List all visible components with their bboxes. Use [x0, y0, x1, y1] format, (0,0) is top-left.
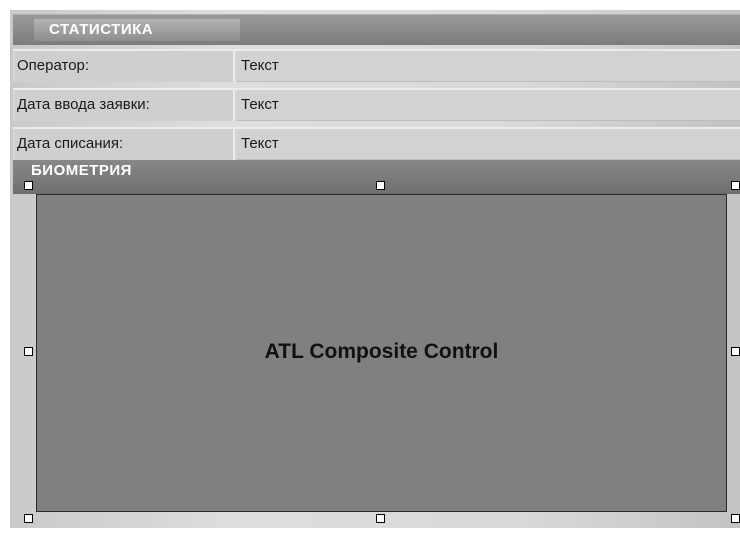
resize-handle-left[interactable]: [24, 347, 33, 356]
request-date-label: Дата ввода заявки:: [15, 90, 235, 121]
request-date-value[interactable]: Текст: [237, 90, 740, 121]
resize-handle-top-right[interactable]: [731, 181, 740, 190]
biometry-title: БИОМЕТРИЯ: [31, 162, 132, 179]
statistics-title: СТАТИСТИКА: [34, 19, 240, 41]
resize-handle-top-left[interactable]: [24, 181, 33, 190]
writeoff-date-row: Дата списания: Текст: [13, 127, 740, 160]
control-label: ATL Composite Control: [264, 340, 499, 363]
writeoff-date-label: Дата списания:: [15, 129, 235, 160]
resize-handle-right[interactable]: [731, 347, 740, 356]
resize-handle-bottom[interactable]: [376, 514, 385, 523]
resize-handle-bottom-right[interactable]: [731, 514, 740, 523]
operator-label: Оператор:: [15, 51, 235, 82]
statistics-header: СТАТИСТИКА: [13, 14, 740, 45]
resize-handle-top[interactable]: [376, 181, 385, 190]
writeoff-date-value[interactable]: Текст: [237, 129, 740, 160]
atl-composite-control[interactable]: ATL Composite Control: [36, 194, 727, 512]
operator-row: Оператор: Текст: [13, 49, 740, 82]
resize-handle-bottom-left[interactable]: [24, 514, 33, 523]
request-date-row: Дата ввода заявки: Текст: [13, 88, 740, 121]
operator-value[interactable]: Текст: [237, 51, 740, 82]
